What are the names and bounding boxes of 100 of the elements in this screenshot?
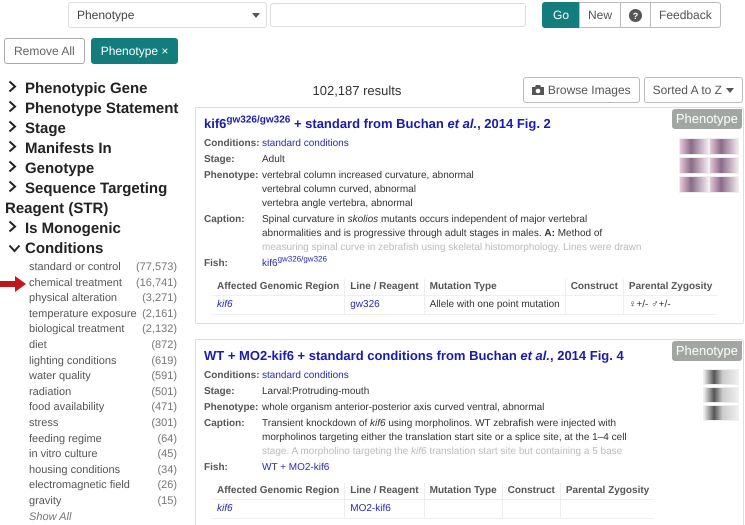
caption-text: morpholinos targeting either the translation start site or a splice site, at the 1–4 cell [262, 431, 628, 445]
reagent-link[interactable]: MO2-kif6 [350, 503, 391, 514]
caption-text: measuring spinal curve in zebrafish using skeletal histomorphology. Lines were drawn [262, 241, 642, 255]
facet-count: (471) [151, 400, 177, 416]
facet-option[interactable]: diet [29, 338, 47, 354]
browse-images-button[interactable]: Browse Images [522, 77, 640, 103]
facet-toggle[interactable]: Phenotype Statement [5, 99, 190, 119]
caption-text: abnormalities and is progressive through adult stages in males. A: Method of [262, 227, 604, 241]
field-label: Phenotype: [204, 401, 260, 415]
value-link[interactable]: kif6$^{gw326/gw326}$ [262, 258, 327, 269]
facet-option[interactable]: physical alteration [29, 291, 118, 307]
figure-thumbnail[interactable] [703, 369, 739, 385]
facet-option[interactable]: temperature exposure [29, 306, 137, 322]
figure-thumbnail[interactable] [709, 138, 739, 155]
field-value: Larval:Protruding-mouth [262, 385, 370, 399]
facet-toggle[interactable]: Conditions [5, 239, 190, 259]
new-button[interactable]: New [579, 2, 622, 28]
figure-thumbnail[interactable] [679, 157, 709, 174]
feedback-button[interactable]: Feedback [650, 2, 721, 28]
facet-count: (16,741) [136, 276, 177, 291]
value-link[interactable]: standard conditions [262, 370, 349, 381]
category-dropdown[interactable]: Phenotype [68, 2, 267, 28]
figure-thumbnail[interactable] [709, 176, 739, 193]
column-header: Line / Reagent [344, 483, 424, 500]
field-label: Conditions: [204, 369, 261, 383]
figure-thumbnail[interactable] [703, 387, 739, 403]
facet-count: (64) [157, 432, 177, 447]
go-button[interactable]: Go [542, 2, 580, 28]
facet-count: (77,573) [136, 260, 177, 275]
field-value: vertebral column curved, abnormal [262, 183, 417, 197]
facet-count: (301) [151, 416, 177, 431]
facet-option[interactable]: biological treatment [29, 322, 124, 338]
chevron-right-icon [8, 180, 17, 193]
help-button[interactable]: ? [620, 2, 652, 28]
caret-icon [252, 12, 260, 18]
value-link[interactable]: standard conditions [262, 138, 349, 149]
column-header: Line / Reagent [344, 279, 424, 296]
caption-text: Transient knockdown of kif6 using morpholinos. WT zebrafish were injected with [262, 417, 618, 431]
chevron-right-icon [8, 220, 17, 233]
field-label: Phenotype: [204, 169, 260, 183]
facet-option[interactable]: electromagnetic field [29, 478, 130, 494]
filter-chip[interactable]: Phenotype × [90, 38, 178, 64]
facet-option[interactable]: food availability [29, 400, 104, 416]
facet-option[interactable]: water quality [29, 369, 91, 385]
facet-option[interactable]: in vitro culture [29, 447, 98, 463]
column-header: Mutation Type [424, 279, 566, 296]
facet-count: (34) [157, 462, 177, 478]
facet-count: (3,271) [142, 291, 177, 306]
camera-icon [532, 85, 544, 95]
facet-option[interactable]: gravity [29, 494, 62, 510]
facet-count: (15) [157, 494, 177, 509]
chevron-right-icon [8, 160, 17, 173]
reagent-link[interactable]: gw326 [350, 299, 380, 310]
facet-count: (501) [151, 384, 177, 400]
facet-count: (872) [151, 338, 177, 353]
facet-toggle[interactable]: Manifests In [5, 139, 190, 159]
help-icon: ? [629, 9, 642, 22]
sort-dropdown[interactable]: Sorted A to Z [644, 77, 743, 103]
value-link[interactable]: WT + MO2-kif6 [262, 462, 330, 473]
facet-toggle[interactable]: Sequence Targeting Reagent (STR) [5, 179, 190, 219]
facet-option[interactable]: lighting conditions [29, 354, 116, 370]
field-value: vertebral column increased curvature, abnormal [262, 169, 475, 183]
facet-count: (619) [151, 354, 177, 369]
table-cell: ♀+/- ♂+/- [623, 296, 718, 314]
column-header: Construct [502, 483, 560, 500]
facet-option[interactable]: chemical treatment [29, 276, 122, 292]
facet-toggle[interactable]: Genotype [5, 159, 190, 179]
facet-toggle[interactable]: Stage [5, 119, 190, 139]
facet-option[interactable]: feeding regime [29, 432, 102, 448]
figure-thumbnail[interactable] [703, 405, 739, 421]
column-header: Affected Genomic Region [212, 483, 345, 500]
facet-count: (591) [151, 369, 177, 384]
figure-thumbnail[interactable] [679, 176, 709, 193]
facet-option[interactable]: housing conditions [29, 462, 120, 478]
figure-thumbnail[interactable] [709, 157, 739, 174]
facet-toggle[interactable]: Phenotypic Gene [5, 79, 190, 99]
column-header: Mutation Type [424, 483, 502, 500]
chevron-right-icon [8, 120, 17, 133]
column-header: Parental Zygosity [560, 483, 654, 500]
field-label: Caption: [204, 417, 246, 431]
column-header: Parental Zygosity [623, 279, 718, 296]
field-label: Fish: [204, 257, 229, 271]
gene-link[interactable]: kif6 [217, 503, 233, 514]
result-title-link[interactable]: WT + MO2-kif6 + standard conditions from Buchan et al., 2014 Fig. 4 [204, 347, 624, 364]
facet-option[interactable]: stress [29, 416, 58, 432]
facet-count: (26) [157, 478, 177, 494]
facet-toggle[interactable]: Is Monogenic [5, 219, 190, 239]
show-all-link[interactable]: Show All [29, 510, 72, 525]
facet-option[interactable]: standard or control [29, 260, 121, 276]
result-title-link[interactable]: kif6$^{gw326/gw326}$ + standard from Buchan et al., 2014 Fig. 2 [204, 115, 551, 132]
facet-option[interactable]: radiation [29, 384, 72, 400]
facet-count: (2,161) [142, 306, 177, 322]
figure-thumbnail[interactable] [679, 138, 709, 155]
caption-text: stage. A morpholino targeting the kif6 translation start site but containing a 5 base [262, 445, 624, 459]
field-value: whole organism anterior-posterior axis curved ventral, abnormal [262, 401, 546, 415]
category-badge: Phenotype [672, 341, 742, 361]
gene-link[interactable]: kif6 [217, 299, 233, 310]
search-field[interactable] [270, 3, 526, 27]
field-label: Fish: [204, 461, 229, 475]
remove-all-button[interactable]: Remove All [4, 38, 85, 64]
